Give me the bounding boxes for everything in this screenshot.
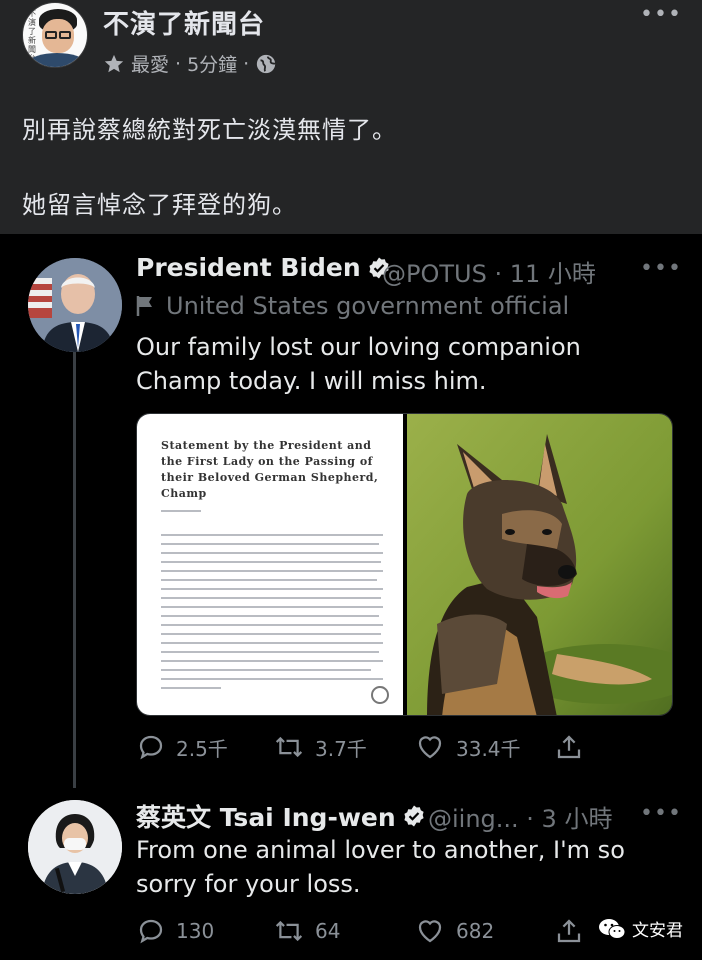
meta-separator: ·	[243, 52, 250, 75]
star-icon	[104, 54, 124, 72]
author-name: President Biden	[136, 253, 361, 282]
presidential-seal-icon	[371, 686, 389, 704]
meta-separator: ·	[175, 52, 182, 75]
avatar-side-text: 不演了新聞台	[28, 9, 36, 63]
reply-reply-action[interactable]: 130	[136, 916, 214, 946]
wechat-icon	[599, 918, 626, 939]
reply-icon	[139, 919, 163, 944]
more-options-icon[interactable]: •••	[640, 2, 682, 27]
gov-label: United States government official	[136, 292, 569, 320]
reply-action[interactable]: 2.5千	[136, 732, 228, 762]
reply-count: 2.5千	[176, 736, 228, 761]
page-avatar[interactable]: 不演了新聞台	[22, 2, 88, 68]
statement-title: Statement by the President and the First…	[161, 439, 379, 500]
globe-icon	[257, 54, 277, 73]
tweet-more-icon[interactable]: •••	[640, 256, 682, 281]
reply-text-line2: sorry for your loss.	[136, 870, 361, 898]
reply-author[interactable]: 蔡英文 Tsai Ing-wen	[136, 798, 426, 834]
retweet-icon	[275, 736, 303, 758]
reply-icon	[139, 735, 163, 760]
post-text-line2: 她留言悼念了拜登的狗。	[22, 191, 297, 219]
dog-photo[interactable]	[407, 414, 673, 716]
share-icon	[557, 919, 581, 943]
verified-icon	[404, 805, 424, 827]
share-icon	[557, 735, 581, 759]
reply-retweet-action[interactable]: 64	[273, 916, 340, 946]
favorites-label: 最愛	[131, 54, 170, 76]
tweet-text-line2: Champ today. I will miss him.	[136, 367, 487, 395]
reply-like-count: 682	[456, 919, 495, 943]
post-text-line1: 別再說蔡總統對死亡淡漠無情了。	[22, 116, 397, 144]
retweet-count: 3.7千	[315, 736, 367, 761]
reply-handle-time[interactable]: @iing... · 3 小時	[428, 799, 612, 834]
tweet-text-line1: Our family lost our loving companion	[136, 333, 581, 361]
tsai-avatar[interactable]	[28, 800, 122, 894]
tweet-author[interactable]: President Biden	[136, 253, 391, 282]
like-icon	[418, 920, 442, 943]
reply-more-icon[interactable]: •••	[640, 801, 682, 826]
biden-avatar[interactable]	[28, 258, 122, 352]
reply-reply-count: 130	[176, 919, 215, 943]
watermark: 文安君	[598, 916, 683, 941]
post-meta: 最愛 · 5分鐘 ·	[103, 50, 277, 77]
like-action[interactable]: 33.4千	[414, 732, 521, 762]
flag-icon	[136, 296, 152, 316]
like-count: 33.4千	[456, 736, 521, 761]
reply-retweet-count: 64	[315, 919, 341, 943]
retweet-icon	[275, 920, 303, 942]
watermark-text: 文安君	[632, 921, 683, 941]
thread-line	[73, 352, 76, 788]
facebook-post: 不演了新聞台 不演了新聞台 最愛 · 5分鐘 · ••• 別再說蔡總統對死亡淡漠…	[0, 0, 702, 234]
reply-text-line1: From one animal lover to another, I'm so	[136, 836, 625, 864]
tsai-portrait	[28, 800, 122, 894]
statement-image[interactable]: Statement by the President and the First…	[137, 414, 403, 715]
share-action[interactable]	[554, 732, 584, 762]
retweet-action[interactable]: 3.7千	[273, 732, 367, 762]
like-icon	[418, 736, 442, 759]
post-time[interactable]: 5分鐘	[187, 50, 237, 77]
reply-like-action[interactable]: 682	[414, 916, 494, 946]
reply-share-action[interactable]	[554, 916, 584, 946]
tweet-handle-time[interactable]: @POTUS · 11 小時	[382, 254, 596, 289]
page-name[interactable]: 不演了新聞台	[103, 4, 265, 41]
gov-label-text: United States government official	[166, 292, 570, 320]
reply-author-name: 蔡英文 Tsai Ing-wen	[136, 803, 396, 832]
tweet-media[interactable]: Statement by the President and the First…	[136, 413, 673, 716]
biden-portrait	[28, 258, 122, 352]
